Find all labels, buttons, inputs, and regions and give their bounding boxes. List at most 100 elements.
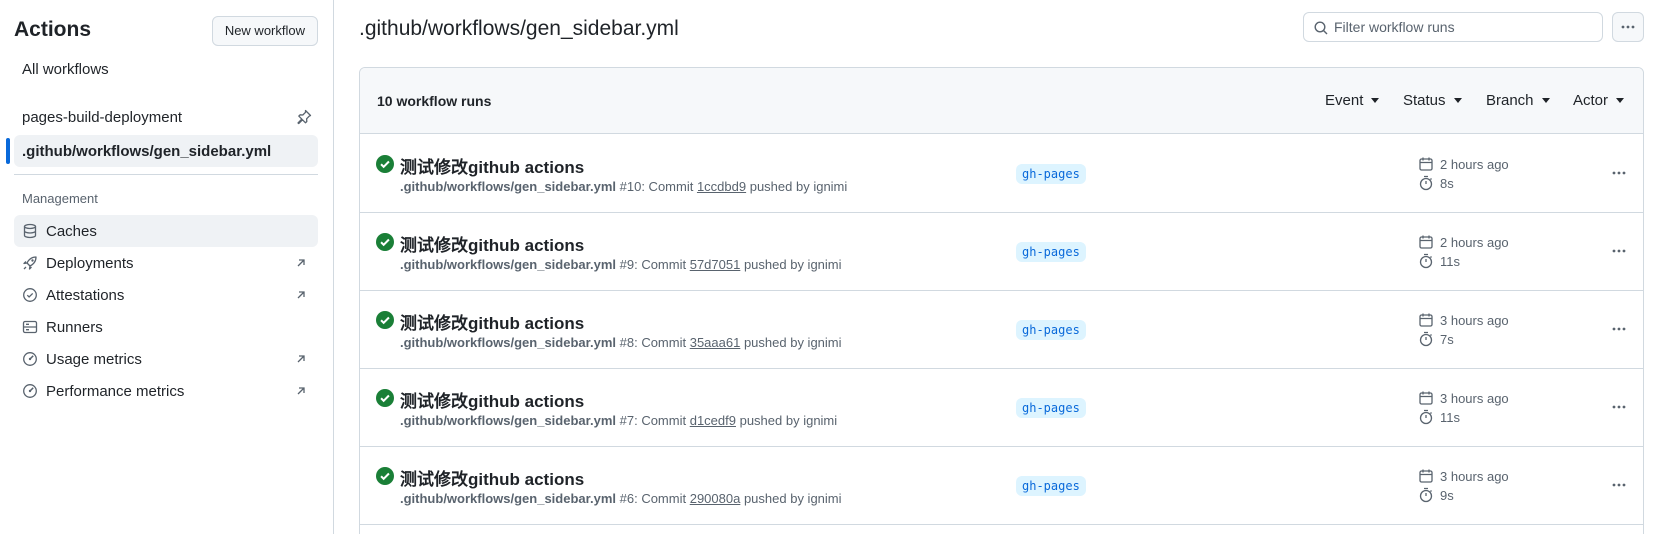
sidebar-item-label: Runners <box>46 318 103 336</box>
sidebar-item-label: All workflows <box>22 60 109 78</box>
run-options-button[interactable] <box>1607 475 1631 495</box>
verified-icon <box>23 288 37 302</box>
server-icon <box>22 320 38 334</box>
branch-badge[interactable]: gh-pages <box>1016 320 1086 340</box>
commit-sha-link[interactable]: d1cedf9 <box>690 413 736 428</box>
run-title-link[interactable]: 测试修改github actions <box>400 387 584 412</box>
run-options-button[interactable] <box>1607 241 1631 261</box>
branch-badge[interactable]: gh-pages <box>1016 476 1086 496</box>
stopwatch-icon <box>1419 487 1433 503</box>
table-row[interactable]: 测试修改github actions .github/workflows/gen… <box>360 447 1643 525</box>
actor-filter-dropdown[interactable]: Actor <box>1573 92 1625 109</box>
sidebar-item-gen-sidebar[interactable]: .github/workflows/gen_sidebar.yml <box>14 135 318 167</box>
sidebar-item-performance-metrics[interactable]: Performance metrics <box>14 375 318 407</box>
commit-sha-link[interactable]: 290080a <box>690 491 741 506</box>
run-title-link[interactable]: 测试修改github actions <box>400 153 584 178</box>
sidebar-item-runners[interactable]: Runners <box>14 311 318 343</box>
run-title-link[interactable]: 测试修改github actions <box>400 465 584 490</box>
more-options-button[interactable] <box>1612 12 1644 42</box>
triangle-down-icon <box>1616 98 1625 103</box>
workflow-runs-list: 10 workflow runs Event Status Branch Act… <box>359 67 1644 534</box>
run-time-text: 2 hours ago <box>1440 234 1509 250</box>
sidebar-item-usage-metrics[interactable]: Usage metrics <box>14 343 318 375</box>
run-commit-label: : Commit <box>634 413 690 428</box>
run-workflow: .github/workflows/gen_sidebar.yml <box>400 257 616 272</box>
calendar-icon <box>1419 313 1433 327</box>
run-duration-text: 11s <box>1440 253 1460 269</box>
run-pushed-by: pushed by ignimi <box>746 179 848 194</box>
run-duration: 9s <box>1418 487 1454 503</box>
run-time: 3 hours ago <box>1418 390 1509 406</box>
kebab-horizontal-icon <box>1621 25 1635 29</box>
run-details: .github/workflows/gen_sidebar.yml #6: Co… <box>400 491 842 506</box>
database-icon <box>23 223 37 239</box>
sidebar-item-caches[interactable]: Caches <box>14 215 318 247</box>
commit-sha-link[interactable]: 57d7051 <box>690 257 741 272</box>
run-workflow: .github/workflows/gen_sidebar.yml <box>400 179 616 194</box>
calendar-icon <box>1419 157 1433 171</box>
run-options-button[interactable] <box>1607 397 1631 417</box>
sidebar-item-pages-build-deployment[interactable]: pages-build-deployment <box>14 101 318 133</box>
event-filter-dropdown[interactable]: Event <box>1325 92 1380 109</box>
filter-runs-input[interactable] <box>1334 19 1594 35</box>
sidebar: Actions New workflow All workflows pages… <box>0 0 334 534</box>
branch-badge[interactable]: gh-pages <box>1016 398 1086 418</box>
check-circle-fill-icon <box>376 389 394 407</box>
sidebar-divider <box>14 174 318 175</box>
filter-label: Actor <box>1573 92 1609 109</box>
run-time: 2 hours ago <box>1418 156 1509 172</box>
commit-sha-link[interactable]: 35aaa61 <box>690 335 741 350</box>
new-workflow-button[interactable]: New workflow <box>211 16 318 46</box>
table-row[interactable]: 测试修改github actions .github/workflows/gen… <box>360 369 1643 447</box>
sidebar-item-deployments[interactable]: Deployments <box>14 247 318 279</box>
kebab-horizontal-icon <box>1612 171 1626 175</box>
sidebar-item-label: pages-build-deployment <box>22 108 183 126</box>
run-commit-label: : Commit <box>634 257 690 272</box>
pin-icon[interactable] <box>296 109 312 125</box>
kebab-horizontal-icon <box>1612 405 1626 409</box>
stopwatch-icon <box>1419 409 1433 425</box>
sidebar-item-label: Usage metrics <box>46 350 142 368</box>
run-duration-text: 8s <box>1440 175 1454 191</box>
triangle-down-icon <box>1541 98 1550 103</box>
branch-filter-dropdown[interactable]: Branch <box>1486 92 1550 109</box>
sidebar-item-label: Caches <box>46 222 97 240</box>
sidebar-item-label: Attestations <box>46 286 125 304</box>
meter-icon <box>23 352 37 366</box>
run-duration: 11s <box>1418 253 1460 269</box>
check-circle-fill-icon <box>376 233 394 251</box>
run-details: .github/workflows/gen_sidebar.yml #9: Co… <box>400 257 842 272</box>
filter-runs-field[interactable] <box>1303 12 1603 42</box>
run-options-button[interactable] <box>1607 319 1631 339</box>
run-title-link[interactable]: 测试修改github actions <box>400 231 584 256</box>
run-time-text: 3 hours ago <box>1440 468 1509 484</box>
run-title-link[interactable]: 测试修改github actions <box>400 309 584 334</box>
run-time: 3 hours ago <box>1418 468 1509 484</box>
sidebar-item-attestations[interactable]: Attestations <box>14 279 318 311</box>
run-number: #10 <box>619 179 642 194</box>
table-row[interactable]: 测试修改github actions .github/workflows/gen… <box>360 291 1643 369</box>
run-time-text: 3 hours ago <box>1440 390 1509 406</box>
branch-badge[interactable]: gh-pages <box>1016 164 1086 184</box>
management-heading: Management <box>22 191 98 206</box>
external-link-icon <box>297 387 305 395</box>
run-options-button[interactable] <box>1607 163 1631 183</box>
calendar-icon <box>1419 469 1433 483</box>
check-circle-fill-icon <box>376 467 394 485</box>
table-row[interactable]: 测试修改github actions .github/workflows/gen… <box>360 135 1643 213</box>
check-circle-fill-icon <box>376 155 394 173</box>
stopwatch-icon <box>1419 253 1433 269</box>
commit-sha-link[interactable]: 1ccdbd9 <box>697 179 746 194</box>
run-number: #9 <box>619 257 635 272</box>
table-row[interactable]: 测试修改github actions .github/workflows/gen… <box>360 213 1643 291</box>
runs-header: 10 workflow runs Event Status Branch Act… <box>360 68 1643 134</box>
run-duration-text: 7s <box>1440 331 1454 347</box>
calendar-icon <box>1419 391 1433 405</box>
sidebar-header: Actions New workflow <box>14 16 318 46</box>
branch-badge[interactable]: gh-pages <box>1016 242 1086 262</box>
sidebar-item-all-workflows[interactable]: All workflows <box>14 53 318 85</box>
run-details: .github/workflows/gen_sidebar.yml #10: C… <box>400 179 847 194</box>
status-filter-dropdown[interactable]: Status <box>1403 92 1462 109</box>
sidebar-item-label: .github/workflows/gen_sidebar.yml <box>22 142 272 160</box>
run-workflow: .github/workflows/gen_sidebar.yml <box>400 413 616 428</box>
